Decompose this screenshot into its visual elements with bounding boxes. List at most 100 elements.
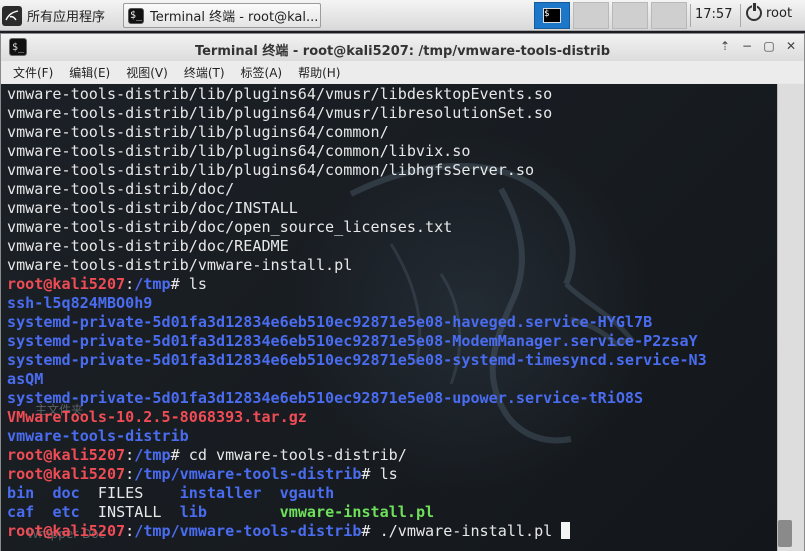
window-titlebar[interactable]: $_ Terminal 终端 - root@kali5207: /tmp/vmw… [1, 34, 804, 61]
roll-up-button[interactable]: ⇡ [718, 39, 732, 53]
menu-edit[interactable]: 编辑(E) [69, 64, 110, 81]
terminal-text: # ls [170, 275, 207, 293]
terminal-line: vmware-tools-distrib [7, 427, 707, 446]
terminal-line: systemd-private-5d01fa3d12834e6eb510ec92… [7, 389, 707, 408]
terminal-text: vmware-tools-distrib/lib/plugins64/commo… [7, 161, 535, 179]
terminal-window: $_ Terminal 终端 - root@kali5207: /tmp/vmw… [0, 33, 805, 551]
terminal-text: vmware-tools-distrib [7, 427, 189, 445]
workspace-3[interactable] [612, 2, 648, 29]
terminal-line: vmware-tools-distrib/doc/open_source_lic… [7, 218, 707, 237]
terminal-text: root@kali5207 [7, 446, 126, 464]
terminal-line: systemd-private-5d01fa3d12834e6eb510ec92… [7, 313, 707, 332]
terminal-line: ssh-l5q824MBO0h9 [7, 294, 707, 313]
terminal-icon: $_ [128, 7, 144, 24]
user-menu[interactable]: root [746, 3, 793, 21]
panel-separator [690, 4, 691, 27]
terminal-text: vmware-tools-distrib/doc/ [7, 180, 235, 198]
terminal-text: vmware-tools-distrib/lib/plugins64/commo… [7, 142, 471, 160]
terminal-line: vmware-tools-distrib/lib/plugins64/commo… [7, 123, 707, 142]
menu-tabs[interactable]: 标签(A) [241, 64, 283, 81]
terminal-text: /tmp/vmware-tools-distrib [134, 522, 362, 540]
terminal-text: vmware-tools-distrib/lib/plugins64/commo… [7, 123, 389, 141]
terminal-text: /tmp [134, 275, 171, 293]
terminal-text: caf [7, 503, 35, 521]
terminal-text: systemd-private-5d01fa3d12834e6eb510ec92… [7, 313, 653, 331]
terminal-text: etc [52, 503, 80, 521]
terminal-text: asQM [7, 370, 44, 388]
terminal-line: vmware-tools-distrib/lib/plugins64/commo… [7, 142, 707, 161]
terminal-text: : [125, 446, 135, 464]
menu-terminal[interactable]: 终端(T) [184, 64, 225, 81]
terminal-line: caf etc INSTALL lib vmware-install.pl [7, 503, 707, 522]
terminal-output[interactable]: 主文件夹 Wrapper Doc vmware-tools-distrib/li… [1, 84, 777, 551]
scrollbar-thumb[interactable] [778, 520, 792, 547]
minimize-button[interactable]: − [740, 39, 754, 53]
terminal-line: root@kali5207:/tmp/vmware-tools-distrib#… [7, 465, 707, 484]
terminal-text: FILES [79, 484, 180, 502]
terminal-text: # cd vmware-tools-distrib/ [170, 446, 407, 464]
terminal-text: systemd-private-5d01fa3d12834e6eb510ec92… [7, 332, 698, 350]
terminal-text: root@kali5207 [7, 275, 126, 293]
terminal-text: ssh-l5q824MBO0h9 [7, 294, 153, 312]
terminal-line: vmware-tools-distrib/vmware-install.pl [7, 256, 707, 275]
terminal-cursor [561, 522, 571, 539]
terminal-line: VMwareTools-10.2.5-8068393.tar.gz [7, 408, 707, 427]
top-panel: 所有应用程序 $_ Terminal 终端 - root@kal... $ 17… [0, 0, 805, 31]
terminal-text: vgauth [279, 484, 335, 502]
taskbar-terminal-button[interactable]: $_ Terminal 终端 - root@kal... [123, 3, 321, 28]
terminal-line: vmware-tools-distrib/doc/INSTALL [7, 199, 707, 218]
taskbar-terminal-label: Terminal 终端 - root@kal... [150, 10, 319, 25]
terminal-text: vmware-tools-distrib/lib/plugins64/vmusr… [7, 85, 553, 103]
menu-view[interactable]: 视图(V) [126, 64, 168, 81]
terminal-line: vmware-tools-distrib/doc/README [7, 237, 707, 256]
menu-help[interactable]: 帮助(H) [298, 64, 340, 81]
terminal-text: : [125, 522, 135, 540]
terminal-line: systemd-private-5d01fa3d12834e6eb510ec92… [7, 351, 707, 370]
terminal-text: installer [179, 484, 262, 502]
terminal-line: vmware-tools-distrib/lib/plugins64/commo… [7, 161, 707, 180]
terminal-text: vmware-tools-distrib/vmware-install.pl [7, 256, 353, 274]
applications-menu-label: 所有应用程序 [27, 10, 106, 25]
workspace-2[interactable] [573, 2, 609, 29]
terminal-line: root@kali5207:/tmp/vmware-tools-distrib#… [7, 522, 707, 541]
menu-bar: 文件(F) 编辑(E) 视图(V) 终端(T) 标签(A) 帮助(H) [1, 61, 804, 83]
terminal-text: vmware-tools-distrib/lib/plugins64/vmusr… [7, 104, 553, 122]
workspace-4[interactable] [651, 2, 687, 29]
terminal-line: vmware-tools-distrib/lib/plugins64/vmusr… [7, 104, 707, 123]
terminal-text: INSTALL [79, 503, 180, 521]
workspace-1[interactable]: $ [534, 2, 570, 29]
terminal-lines: vmware-tools-distrib/lib/plugins64/vmusr… [7, 85, 707, 541]
terminal-line: root@kali5207:/tmp# cd vmware-tools-dist… [7, 446, 707, 465]
close-button[interactable]: ✕ [784, 39, 798, 53]
terminal-text: /tmp/vmware-tools-distrib [134, 465, 362, 483]
user-name: root [766, 5, 793, 21]
maximize-button[interactable]: ▢ [762, 39, 776, 53]
applications-menu[interactable]: 所有应用程序 [2, 3, 105, 28]
power-icon [746, 3, 762, 21]
terminal-text: vmware-tools-distrib/doc/README [7, 237, 289, 255]
terminal-text: # ls [361, 465, 398, 483]
window-title: Terminal 终端 - root@kali5207: /tmp/vmware… [194, 44, 611, 59]
terminal-line: vmware-tools-distrib/doc/ [7, 180, 707, 199]
terminal-line: systemd-private-5d01fa3d12834e6eb510ec92… [7, 332, 707, 351]
menu-file[interactable]: 文件(F) [13, 64, 53, 81]
terminal-line: bin doc FILES installer vgauth [7, 484, 707, 503]
terminal-text: vmware-tools-distrib/doc/INSTALL [7, 199, 298, 217]
terminal-text: /tmp [134, 446, 171, 464]
terminal-text: # ./vmware-install.pl [361, 522, 562, 540]
terminal-text: : [125, 275, 135, 293]
terminal-text: VMwareTools-10.2.5-8068393.tar.gz [7, 408, 307, 426]
terminal-text: root@kali5207 [7, 465, 126, 483]
terminal-scrollbar[interactable] [777, 84, 804, 551]
terminal-text: systemd-private-5d01fa3d12834e6eb510ec92… [7, 389, 644, 407]
terminal-text: systemd-private-5d01fa3d12834e6eb510ec92… [7, 351, 707, 369]
clock[interactable]: 17:57 [695, 7, 732, 22]
terminal-line: vmware-tools-distrib/lib/plugins64/vmusr… [7, 85, 707, 104]
terminal-text: : [125, 465, 135, 483]
panel-separator [740, 4, 741, 27]
terminal-text: root@kali5207 [7, 522, 126, 540]
